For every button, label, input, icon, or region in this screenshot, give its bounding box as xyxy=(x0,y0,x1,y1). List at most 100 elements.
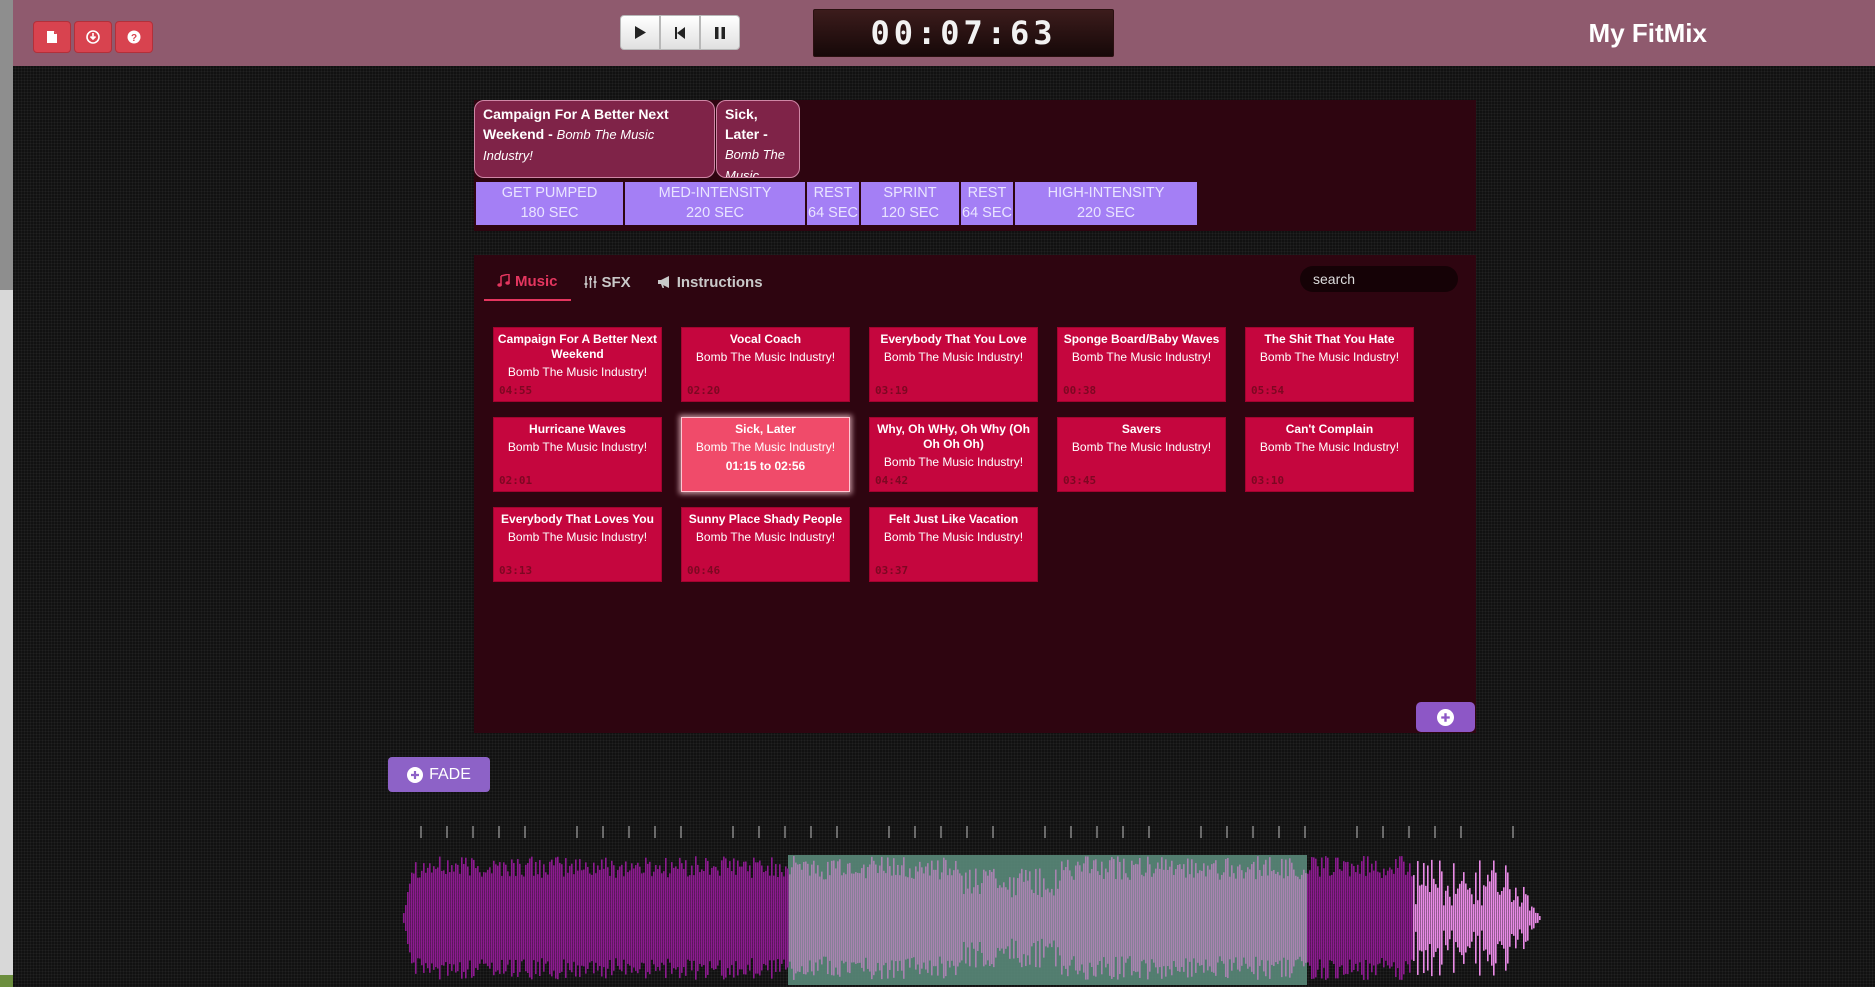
waveform-bar xyxy=(439,856,441,980)
waveform-bar xyxy=(867,867,869,969)
waveform-bar xyxy=(1357,864,1359,972)
waveform-bar xyxy=(1309,870,1311,966)
waveform-bar xyxy=(563,876,565,960)
waveform-bar xyxy=(1115,879,1117,957)
pause-button[interactable] xyxy=(700,15,740,50)
waveform-bar xyxy=(585,862,587,974)
waveform-bar xyxy=(773,875,775,961)
mix-song-block[interactable]: Sick, Later - Bomb The Music xyxy=(716,100,800,178)
waveform-bar xyxy=(587,867,589,969)
waveform-bar xyxy=(591,874,593,962)
rewind-button[interactable] xyxy=(660,15,700,50)
waveform-bar xyxy=(471,858,473,978)
waveform-bar xyxy=(857,872,859,964)
waveform-bar xyxy=(539,859,541,977)
waveform-bar xyxy=(863,864,865,972)
search-input[interactable] xyxy=(1300,266,1458,292)
waveform-bar xyxy=(897,864,899,972)
add-track-button[interactable] xyxy=(1416,702,1475,732)
waveform-bar xyxy=(969,869,971,967)
waveform-bar xyxy=(1249,869,1251,967)
waveform-bar xyxy=(1323,868,1325,968)
track-card[interactable]: Savers Bomb The Music Industry! 03:45 xyxy=(1057,417,1226,492)
fade-label: FADE xyxy=(429,765,471,783)
download-button[interactable] xyxy=(74,21,112,53)
waveform-bar xyxy=(739,866,741,970)
track-card[interactable]: Why, Oh WHy, Oh Why (Oh Oh Oh Oh) Bomb T… xyxy=(869,417,1038,492)
waveform-bar xyxy=(787,868,789,968)
help-button[interactable]: ? xyxy=(115,21,153,53)
tab-music[interactable]: Music xyxy=(484,263,571,301)
waveform-bar xyxy=(765,870,767,966)
segment-block[interactable]: GET PUMPED 180 SEC xyxy=(476,182,623,225)
waveform-bar xyxy=(1195,863,1197,973)
waveform-bar xyxy=(1463,872,1465,964)
waveform-bar xyxy=(527,863,529,973)
waveform[interactable] xyxy=(0,845,1875,987)
track-artist: Bomb The Music Industry! xyxy=(883,350,1024,364)
track-card[interactable]: Campaign For A Better Next Weekend Bomb … xyxy=(493,327,662,402)
track-title: Can't Complain xyxy=(1285,422,1374,436)
waveform-bar xyxy=(1241,870,1243,966)
waveform-bar xyxy=(935,869,937,967)
track-card[interactable]: Felt Just Like Vacation Bomb The Music I… xyxy=(869,507,1038,582)
track-card[interactable]: Hurricane Waves Bomb The Music Industry!… xyxy=(493,417,662,492)
tab-sfx[interactable]: SFX xyxy=(571,263,644,301)
segment-block[interactable]: REST 64 SEC xyxy=(807,182,859,225)
waveform-bar xyxy=(993,868,995,968)
waveform-bar xyxy=(1025,869,1027,967)
waveform-bar xyxy=(1013,877,1015,959)
track-card[interactable]: Can't Complain Bomb The Music Industry! … xyxy=(1245,417,1414,492)
waveform-bar xyxy=(551,859,553,977)
fade-button[interactable]: FADE xyxy=(388,757,490,792)
waveform-bar xyxy=(1251,864,1253,972)
waveform-bar xyxy=(515,876,517,960)
app-title: My FitMix xyxy=(1588,18,1707,48)
waveform-bar xyxy=(1521,902,1523,934)
waveform-bar xyxy=(1423,862,1425,974)
waveform-bar xyxy=(1101,861,1103,975)
waveform-bar xyxy=(953,870,955,966)
waveform-bar xyxy=(755,862,757,974)
waveform-bar xyxy=(463,864,465,972)
waveform-bar xyxy=(1295,875,1297,961)
tab-label: SFX xyxy=(601,273,631,291)
waveform-bar xyxy=(1223,872,1225,964)
track-card[interactable]: Sunny Place Shady People Bomb The Music … xyxy=(681,507,850,582)
waveform-bar xyxy=(1285,859,1287,977)
waveform-bar xyxy=(1127,877,1129,959)
waveform-bar xyxy=(1053,895,1055,941)
mix-song-block[interactable]: Campaign For A Better Next Weekend - Bom… xyxy=(474,100,715,178)
track-card[interactable]: Vocal Coach Bomb The Music Industry! 02:… xyxy=(681,327,850,402)
segment-block[interactable]: SPRINT 120 SEC xyxy=(861,182,959,225)
play-button[interactable] xyxy=(620,15,660,50)
segment-duration: 220 SEC xyxy=(1076,205,1136,221)
track-card[interactable]: Everybody That You Love Bomb The Music I… xyxy=(869,327,1038,402)
waveform-bar xyxy=(417,877,419,959)
waveform-bar xyxy=(1433,878,1435,958)
segment-block[interactable]: MED-INTENSITY 220 SEC xyxy=(625,182,805,225)
waveform-bar xyxy=(611,860,613,976)
track-card[interactable]: Sponge Board/Baby Waves Bomb The Music I… xyxy=(1057,327,1226,402)
waveform-bar xyxy=(609,875,611,961)
segment-block[interactable]: HIGH-INTENSITY 220 SEC xyxy=(1015,182,1197,225)
waveform-bar xyxy=(1191,859,1193,977)
waveform-bar xyxy=(1033,892,1035,944)
waveform-bar xyxy=(673,867,675,969)
waveform-bar xyxy=(1313,857,1315,979)
tab-instructions[interactable]: Instructions xyxy=(644,263,776,301)
waveform-bar xyxy=(1421,884,1423,952)
track-title: Hurricane Waves xyxy=(529,422,626,436)
segment-block[interactable]: REST 64 SEC xyxy=(961,182,1013,225)
waveform-bar xyxy=(1453,863,1455,973)
waveform-bar xyxy=(1315,858,1317,978)
track-range: 01:15 to 02:56 xyxy=(725,459,806,473)
track-card[interactable]: The Shit That You Hate Bomb The Music In… xyxy=(1245,327,1414,402)
new-file-button[interactable] xyxy=(33,21,71,53)
waveform-bar xyxy=(1055,869,1057,967)
track-card-selected[interactable]: Sick, Later Bomb The Music Industry! 01:… xyxy=(681,417,850,492)
track-card[interactable]: Everybody That Loves You Bomb The Music … xyxy=(493,507,662,582)
waveform-bar xyxy=(997,888,999,948)
waveform-bar xyxy=(1153,873,1155,963)
waveform-bar xyxy=(1471,894,1473,942)
